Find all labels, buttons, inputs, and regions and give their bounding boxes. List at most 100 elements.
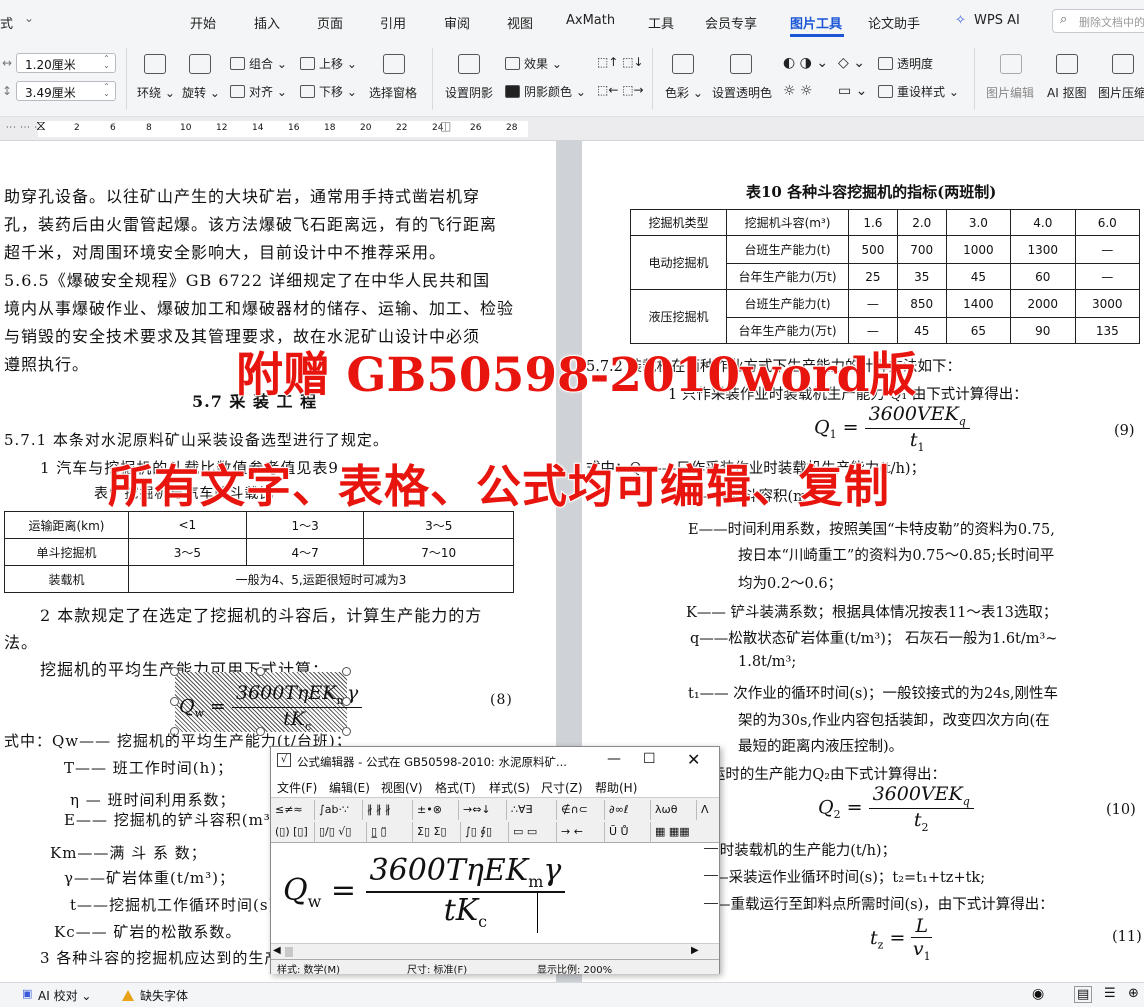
palette-greek-lower[interactable]: λωθ (651, 800, 697, 820)
menu-view[interactable]: 视图(V) (381, 779, 423, 796)
fill-icon[interactable]: ◇ ⌄ (838, 55, 865, 71)
page-view-icon[interactable]: ▤ (1074, 986, 1093, 1003)
chevron-down-icon[interactable]: ⌄ (24, 11, 34, 25)
shadow-color-button[interactable]: 阴影颜色 ⌄ (505, 83, 586, 100)
palette-embellish[interactable]: ∦ ∦ ∦ (363, 800, 413, 820)
contrast-icon[interactable]: ☼ ☼ (783, 83, 813, 99)
set-shadow-button[interactable]: 设置阴影 (445, 84, 493, 101)
menu-help[interactable]: 帮助(H) (595, 779, 637, 796)
selection-pane-button[interactable]: 选择窗格 (369, 84, 417, 101)
tab-home[interactable]: 开始 (190, 13, 216, 32)
window-titlebar[interactable]: √ 公式编辑器 - 公式在 GB50598-2010: 水泥原料矿... — ☐… (271, 747, 719, 775)
tab-paper-assistant[interactable]: 论文助手 (868, 13, 920, 32)
horizontal-ruler[interactable]: ··· ··· · ⧖ 2 6 8 10 12 14 16 18 20 22 2… (0, 117, 1144, 141)
selected-equation-8[interactable]: Qw = 3600TηEKmγtKc (175, 672, 363, 733)
menu-edit[interactable]: 编辑(E) (329, 779, 370, 796)
ruler-tab-marker[interactable]: ◫ (440, 119, 451, 133)
equation-editor-window[interactable]: √ 公式编辑器 - 公式在 GB50598-2010: 水泥原料矿... — ☐… (270, 746, 720, 976)
palette-sums[interactable]: Σ▯ Σ▯ (413, 822, 461, 842)
width-spinner[interactable]: 1.20厘米 (16, 53, 116, 73)
palette-matrices[interactable]: ▦ ▦▦ (651, 822, 719, 842)
tab-tools[interactable]: 工具 (648, 13, 674, 32)
close-icon[interactable]: ✕ (687, 750, 700, 769)
tab-axmath[interactable]: AxMath (566, 13, 615, 28)
palette-greek-upper[interactable]: Λ (697, 800, 719, 820)
scroll-right-icon[interactable]: ▶ (691, 945, 699, 956)
ai-check-button[interactable]: AI 校对 ⌄ (38, 987, 91, 1004)
color-button[interactable]: 色彩 ⌄ (665, 84, 703, 101)
move-up-button[interactable]: 上移 ⌄ (300, 55, 357, 72)
palette-misc[interactable]: ∂∞ℓ (605, 800, 651, 820)
minimize-icon[interactable]: — (607, 751, 621, 767)
ruler-indent-marker[interactable]: ⧖ (36, 118, 46, 134)
color-icon[interactable] (672, 54, 694, 74)
scroll-thumb[interactable] (285, 947, 293, 957)
reset-style-button[interactable]: 重设样式 ⌄ (878, 83, 959, 100)
web-view-icon[interactable]: ⊕ (1128, 986, 1139, 1001)
menu-style[interactable]: 样式(S) (489, 779, 530, 796)
group-button[interactable]: 组合 ⌄ (230, 55, 287, 72)
rotate-button[interactable]: 旋转 ⌄ (182, 84, 220, 101)
palette-sets[interactable]: ∉∩⊂ (557, 800, 605, 820)
palette-scripts[interactable]: ▯̲ ▯̈ (367, 822, 413, 842)
resize-handle[interactable] (170, 697, 179, 706)
selection-pane-icon[interactable] (383, 54, 405, 74)
palette-fences[interactable]: (▯) [▯] (271, 822, 315, 842)
resize-handle[interactable] (342, 667, 351, 676)
tab-page[interactable]: 页面 (317, 13, 343, 32)
transparent-color-icon[interactable] (730, 54, 752, 74)
shadow-nudge-up-icon[interactable]: ⬚↑ ⬚↓ (597, 55, 644, 69)
palette-fractions[interactable]: ▯/▯ √▯ (315, 822, 367, 842)
palette-arrows[interactable]: →⇔↓ (459, 800, 507, 820)
image-compress-icon[interactable] (1112, 54, 1134, 74)
resize-handle[interactable] (170, 667, 179, 676)
palette-operators[interactable]: ±•⊗ (413, 800, 459, 820)
transparency-button[interactable]: 透明度 (878, 55, 933, 72)
outline-view-icon[interactable]: ☰ (1104, 986, 1116, 1001)
tab-picture-tools[interactable]: 图片工具 (790, 13, 842, 32)
palette-spaces[interactable]: ∫ab·∵ (315, 800, 363, 820)
ai-cutout-button[interactable]: AI 抠图 (1047, 84, 1087, 101)
move-down-button[interactable]: 下移 ⌄ (300, 83, 357, 100)
rotate-icon[interactable] (189, 54, 211, 74)
menu-format[interactable]: 格式(T) (435, 779, 476, 796)
palette-integrals[interactable]: ∫▯ ∮▯ (461, 822, 509, 842)
effect-button[interactable]: 效果 ⌄ (505, 55, 562, 72)
ai-cutout-icon[interactable] (1056, 54, 1078, 74)
image-edit-icon[interactable] (1000, 54, 1022, 74)
shadow-icon[interactable] (458, 54, 480, 74)
equation-editor-formula[interactable]: Qw = 3600TηEKmγ tKc (283, 853, 566, 931)
search-input[interactable]: ⌕ 删除文档中的 (1052, 9, 1144, 33)
horizontal-scrollbar[interactable]: ◀ ▶ (271, 943, 719, 959)
missing-font-button[interactable]: 缺失字体 (122, 987, 188, 1004)
palette-logic[interactable]: ∴∀∃ (507, 800, 557, 820)
brightness-icon[interactable]: ◐ ◑ ⌄ (783, 55, 828, 71)
border-icon[interactable]: ▭ ⌄ (838, 83, 867, 99)
tab-review[interactable]: 审阅 (444, 13, 470, 32)
set-transparent-color-button[interactable]: 设置透明色 (712, 84, 772, 101)
maximize-icon[interactable]: ☐ (643, 751, 656, 767)
tab-insert[interactable]: 插入 (254, 13, 280, 32)
tab-reference[interactable]: 引用 (380, 13, 406, 32)
tab-wps-ai[interactable]: WPS AI (974, 13, 1020, 28)
resize-handle[interactable] (256, 667, 265, 676)
resize-handle[interactable] (342, 697, 351, 706)
menu-size[interactable]: 尺寸(Z) (541, 779, 583, 796)
wrap-icon[interactable] (144, 54, 166, 74)
shadow-nudge-left-icon[interactable]: ⬚← ⬚→ (597, 83, 644, 97)
wps-ai-icon[interactable]: ✧ (955, 13, 966, 28)
menu-file[interactable]: 文件(F) (277, 779, 317, 796)
tab-view[interactable]: 视图 (507, 13, 533, 32)
equation-work-area[interactable]: Qw = 3600TηEKmγ tKc (271, 843, 719, 943)
palette-relations[interactable]: ≤≠≈ (271, 800, 315, 820)
wrap-button[interactable]: 环绕 ⌄ (137, 84, 175, 101)
palette-labeled-arrows[interactable]: → ← (557, 822, 605, 842)
palette-bars[interactable]: ▭ ▭ (509, 822, 557, 842)
tab-member[interactable]: 会员专享 (705, 13, 757, 32)
palette-products[interactable]: Ū Ů (605, 822, 651, 842)
scroll-left-icon[interactable]: ◀ (273, 945, 281, 956)
image-compress-button[interactable]: 图片压缩 (1098, 84, 1144, 101)
eye-icon[interactable]: ◉ (1032, 986, 1044, 1002)
menu-cut-label[interactable]: 式 (0, 13, 13, 32)
align-button[interactable]: 对齐 ⌄ (230, 83, 287, 100)
